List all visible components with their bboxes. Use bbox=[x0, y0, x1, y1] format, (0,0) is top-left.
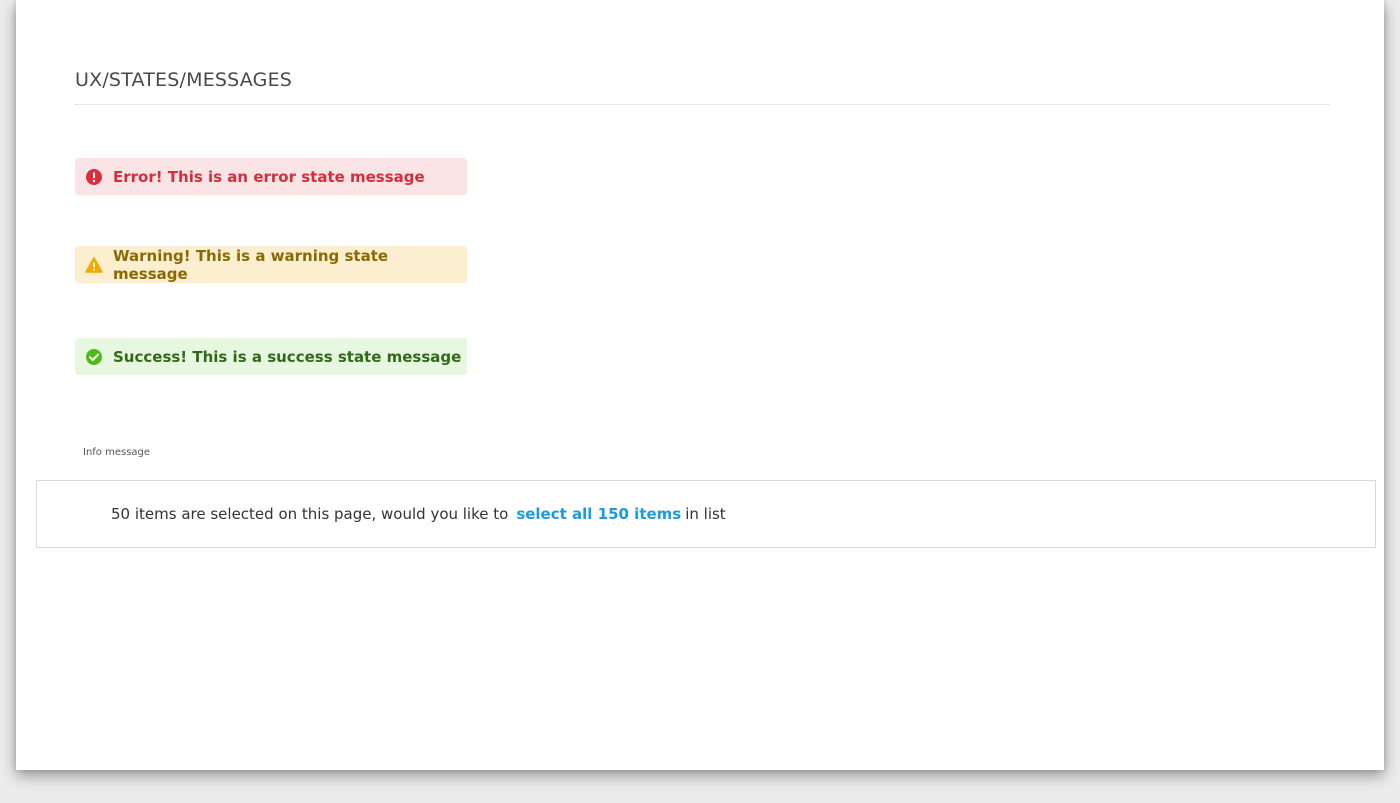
success-message-text: Success! This is a success state message bbox=[113, 347, 462, 366]
error-circle-icon bbox=[85, 168, 103, 186]
page-title: UX/STATES/MESSAGES bbox=[75, 69, 293, 91]
info-message-suffix: in list bbox=[685, 505, 726, 523]
info-message-label: Info message bbox=[83, 447, 151, 458]
info-message-text: 50 items are selected on this page, woul… bbox=[111, 505, 509, 523]
info-message-box: 50 items are selected on this page, woul… bbox=[36, 480, 1376, 548]
page-sheet: UX/STATES/MESSAGES Error! This is an err… bbox=[16, 0, 1384, 770]
warning-message-text: Warning! This is a warning state message bbox=[113, 246, 389, 283]
title-divider bbox=[74, 104, 1330, 105]
select-all-link[interactable]: select all 150 items bbox=[516, 505, 681, 523]
error-message-text: Error! This is an error state message bbox=[113, 167, 425, 186]
check-circle-icon bbox=[85, 348, 103, 366]
error-message: Error! This is an error state message bbox=[75, 158, 467, 195]
warning-triangle-icon bbox=[85, 256, 103, 274]
success-message: Success! This is a success state message bbox=[75, 338, 467, 375]
warning-message: Warning! This is a warning state message bbox=[75, 246, 467, 283]
